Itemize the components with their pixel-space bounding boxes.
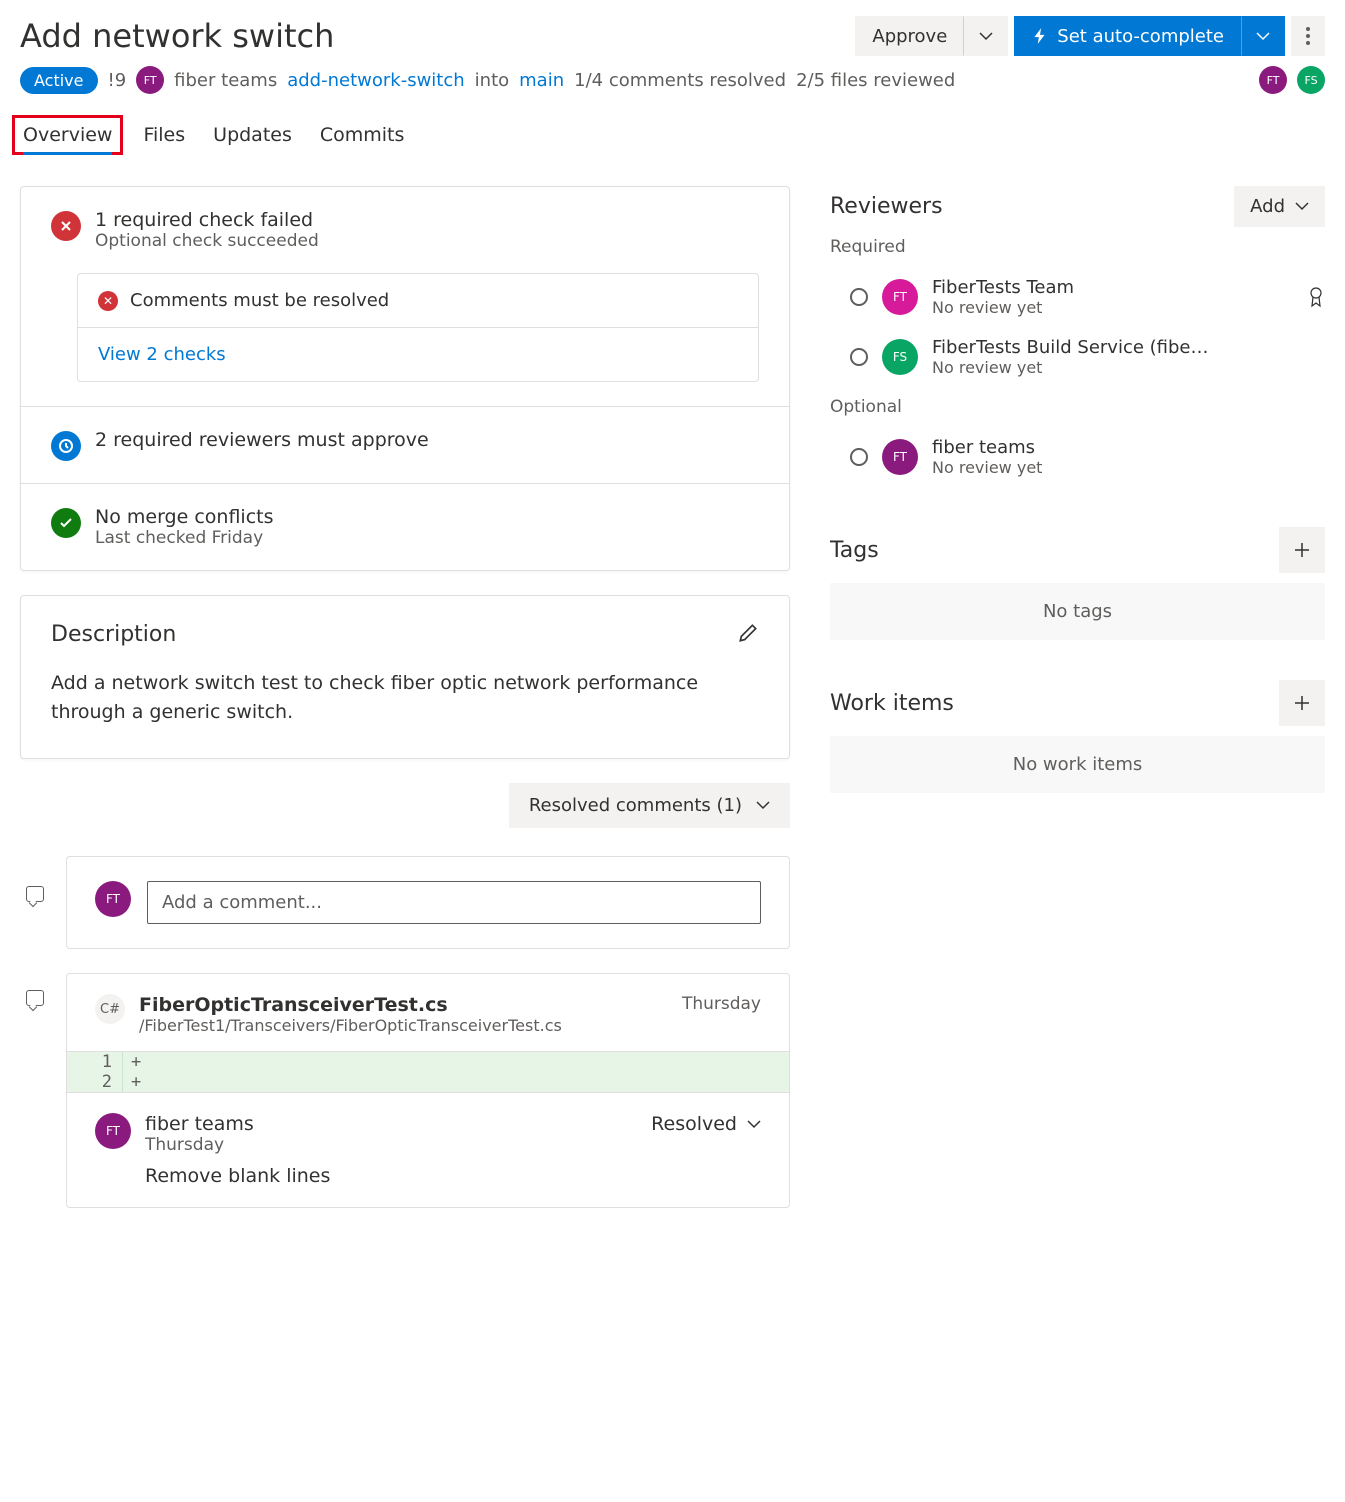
comments-resolved-count: 1/4 comments resolved [574,70,786,91]
vote-status-icon [850,348,868,366]
chevron-down-icon [747,1120,761,1129]
approve-dropdown[interactable] [964,16,1008,56]
reviewer-name: fiber teams [932,437,1042,458]
reviewer-avatar[interactable]: FT [1259,66,1287,94]
reviewer-row[interactable]: FT fiber teams No review yet [830,427,1325,487]
chevron-down-icon [756,801,770,810]
diff-block: 1+ 2+ [67,1051,789,1092]
no-tags: No tags [830,583,1325,640]
edit-description-button[interactable] [737,622,759,647]
tab-updates[interactable]: Updates [213,118,292,155]
add-reviewer-button[interactable]: Add [1234,186,1325,227]
clock-icon [51,431,81,461]
csharp-icon: C# [95,994,125,1024]
discussion-icon [26,886,44,902]
approve-button[interactable]: Approve [855,16,964,56]
checks-failed-sub: Optional check succeeded [95,231,319,251]
reviewer-status: No review yet [932,298,1074,317]
kebab-icon [1306,27,1310,45]
comment-status-dropdown[interactable]: Resolved [651,1113,761,1135]
into-text: into [475,70,509,91]
discussion-icon [26,990,44,1006]
comment-time: Thursday [145,1135,254,1155]
status-badge: Active [20,67,98,94]
vote-status-icon [850,288,868,306]
reviewer-avatar: FS [882,339,918,375]
reviewer-status: No review yet [932,458,1042,477]
no-work-items: No work items [830,736,1325,793]
files-reviewed-count: 2/5 files reviewed [796,70,955,91]
plus-icon [1293,694,1311,712]
comment-author: fiber teams [145,1113,254,1135]
author-name[interactable]: fiber teams [174,70,277,91]
comments-filter-button[interactable]: Resolved comments (1) [509,783,790,828]
page-title: Add network switch [20,17,849,55]
filter-label: Resolved comments (1) [529,795,742,816]
source-branch-link[interactable]: add-network-switch [287,70,464,91]
comment-status-label: Resolved [651,1113,737,1135]
set-auto-complete-dropdown[interactable] [1241,16,1285,56]
reviewers-heading: Reviewers [830,194,943,219]
tab-files[interactable]: Files [143,118,185,155]
add-label: Add [1250,196,1285,217]
file-path: /FiberTest1/Transceivers/FiberOpticTrans… [139,1016,562,1035]
add-tag-button[interactable] [1279,527,1325,573]
file-time: Thursday [682,994,761,1014]
vote-status-icon [850,448,868,466]
set-auto-complete-button[interactable]: Set auto-complete [1014,16,1241,56]
reviewer-name: FiberTests Team [932,277,1074,298]
description-text: Add a network switch test to check fiber… [51,669,759,726]
target-branch-link[interactable]: main [519,70,564,91]
required-label: Required [830,237,1325,257]
last-checked: Last checked Friday [95,528,274,548]
optional-label: Optional [830,397,1325,417]
reviewers-required-text: 2 required reviewers must approve [95,429,429,451]
reviewer-name: FiberTests Build Service (fiber-te... [932,337,1212,358]
add-comment-input[interactable]: Add a comment... [147,881,761,924]
author-avatar[interactable]: FT [136,66,164,94]
pr-number: !9 [108,70,127,91]
pencil-icon [737,622,759,644]
plus-icon [1293,541,1311,559]
work-items-heading: Work items [830,691,954,716]
chevron-down-icon [1256,32,1270,41]
comment-text: Remove blank lines [145,1165,761,1187]
reviewer-status: No review yet [932,358,1212,377]
tabs: Overview Files Updates Commits [20,118,1325,156]
check-icon [51,508,81,538]
chevron-down-icon [1295,202,1309,211]
failed-icon [51,211,81,241]
view-checks-link[interactable]: View 2 checks [98,344,226,365]
reviewer-avatar[interactable]: FS [1297,66,1325,94]
set-auto-complete-label: Set auto-complete [1057,26,1224,47]
lightning-icon [1031,27,1049,45]
error-icon: ✕ [98,291,118,311]
reviewer-avatar: FT [882,439,918,475]
tab-commits[interactable]: Commits [320,118,405,155]
no-conflicts-title: No merge conflicts [95,506,274,528]
add-work-item-button[interactable] [1279,680,1325,726]
description-heading: Description [51,622,176,647]
tab-overview[interactable]: Overview [23,124,112,155]
current-user-avatar: FT [95,881,131,917]
file-name[interactable]: FiberOpticTransceiverTest.cs [139,994,562,1016]
more-menu-button[interactable] [1291,16,1325,56]
checks-failed-title: 1 required check failed [95,209,319,231]
reviewer-avatar: FT [882,279,918,315]
comments-must-resolve: Comments must be resolved [130,290,389,311]
reviewer-row[interactable]: FT FiberTests Team No review yet [830,267,1325,327]
tags-heading: Tags [830,538,879,563]
chevron-down-icon [979,32,993,41]
commenter-avatar[interactable]: FT [95,1113,131,1149]
required-badge-icon [1307,286,1325,308]
reviewer-row[interactable]: FS FiberTests Build Service (fiber-te...… [830,327,1325,387]
